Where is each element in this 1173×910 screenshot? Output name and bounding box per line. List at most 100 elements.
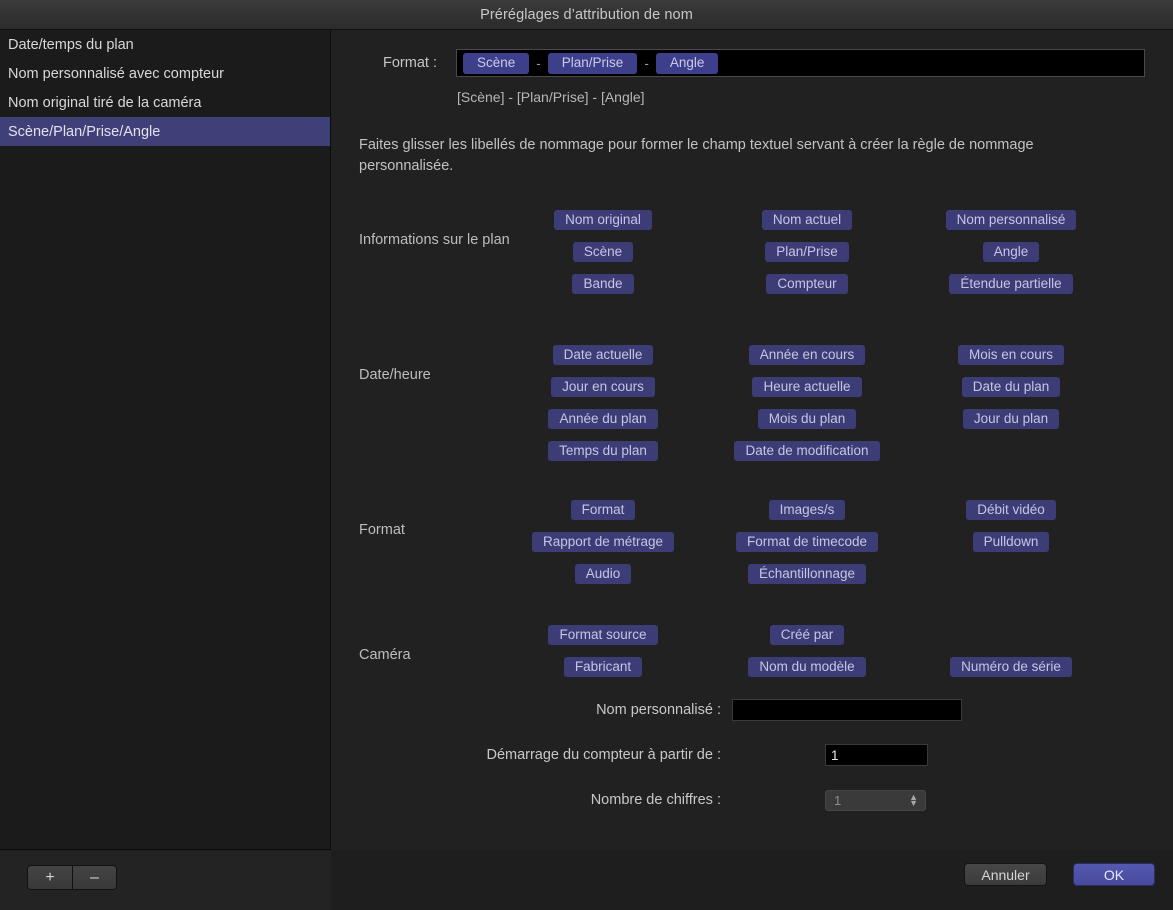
custom-name-label: Nom personnalisé : xyxy=(331,702,721,718)
main-panel: Format : Scène-Plan/Prise-Angle [Scène] … xyxy=(331,30,1173,850)
token-cell: Scène xyxy=(501,242,705,262)
token-cell: Mois du plan xyxy=(705,409,909,429)
naming-token-button[interactable]: Année du plan xyxy=(548,409,657,429)
counter-start-input[interactable] xyxy=(825,744,928,766)
token-grid: Nom original Nom actuel Nom personnalisé Sc… xyxy=(501,210,1173,306)
remove-preset-button[interactable]: – xyxy=(72,866,116,889)
naming-token-button[interactable]: Compteur xyxy=(766,274,847,294)
token-cell: Fabricant xyxy=(501,657,705,677)
custom-name-row: Nom personnalisé : xyxy=(331,698,1173,722)
token-cell: Nom personnalisé xyxy=(909,210,1113,230)
naming-token-button[interactable]: Nom du modèle xyxy=(748,657,865,677)
sidebar-item[interactable]: Scène/Plan/Prise/Angle xyxy=(0,117,330,146)
naming-token-button[interactable]: Numéro de série xyxy=(950,657,1072,677)
naming-token-button[interactable]: Date du plan xyxy=(962,377,1061,397)
presets-sidebar-list[interactable]: Date/temps du planNom personnalisé avec … xyxy=(0,30,331,850)
token-grid: Date actuelle Année en cours Mois en cours… xyxy=(501,345,1173,473)
naming-token-button[interactable]: Jour en cours xyxy=(551,377,655,397)
token-row: Audio Échantillonnage xyxy=(501,564,1173,596)
token-cell: Mois en cours xyxy=(909,345,1113,365)
token-cell: Compteur xyxy=(705,274,909,294)
naming-token-button[interactable]: Bande xyxy=(572,274,633,294)
token-cell: Angle xyxy=(909,242,1113,262)
digits-row: Nombre de chiffres : 1 ▲▼ xyxy=(331,788,1173,812)
naming-token-button[interactable]: Créé par xyxy=(770,625,845,645)
naming-token-button[interactable]: Images/s xyxy=(769,500,846,520)
token-cell: Format source xyxy=(501,625,705,645)
sidebar-item[interactable]: Date/temps du plan xyxy=(0,30,330,59)
format-separator: - xyxy=(535,56,542,71)
naming-token-button[interactable]: Heure actuelle xyxy=(752,377,861,397)
naming-token-button[interactable]: Pulldown xyxy=(973,532,1050,552)
token-cell: Heure actuelle xyxy=(705,377,909,397)
token-row: Nom original Nom actuel Nom personnalisé xyxy=(501,210,1173,242)
window-title: Préréglages d’attribution de nom xyxy=(480,7,693,23)
token-cell: Débit vidéo xyxy=(909,500,1113,520)
add-preset-button[interactable]: + xyxy=(28,866,72,889)
add-remove-preset-group: + – xyxy=(27,865,117,890)
counter-start-row: Démarrage du compteur à partir de : xyxy=(331,743,1173,767)
token-cell: Nom original xyxy=(501,210,705,230)
token-cell: Temps du plan xyxy=(501,441,705,461)
naming-token-button[interactable]: Étendue partielle xyxy=(949,274,1072,294)
naming-token-button[interactable]: Jour du plan xyxy=(963,409,1059,429)
naming-token-button[interactable]: Scène xyxy=(573,242,633,262)
naming-token-button[interactable]: Échantillonnage xyxy=(748,564,866,584)
format-token-field[interactable]: Scène-Plan/Prise-Angle xyxy=(456,49,1145,77)
sidebar-item[interactable]: Nom personnalisé avec compteur xyxy=(0,59,330,88)
naming-token-button[interactable]: Date actuelle xyxy=(553,345,654,365)
naming-token-button[interactable]: Format de timecode xyxy=(736,532,878,552)
naming-token-button[interactable]: Audio xyxy=(575,564,632,584)
token-grid: Format Images/s Débit vidéo Rapport de métr… xyxy=(501,500,1173,596)
naming-token-button[interactable]: Année en cours xyxy=(749,345,866,365)
token-cell: Étendue partielle xyxy=(909,274,1113,294)
naming-token-button[interactable]: Temps du plan xyxy=(548,441,658,461)
digits-label: Nombre de chiffres : xyxy=(331,792,721,808)
naming-token-button[interactable]: Nom original xyxy=(554,210,652,230)
naming-token-button[interactable]: Plan/Prise xyxy=(765,242,849,262)
cancel-button[interactable]: Annuler xyxy=(964,863,1047,886)
token-cell: Audio xyxy=(501,564,705,584)
token-cell: Pulldown xyxy=(909,532,1113,552)
sidebar-item[interactable]: Nom original tiré de la caméra xyxy=(0,88,330,117)
digits-value: 1 xyxy=(826,793,841,808)
token-cell: Créé par xyxy=(705,625,909,645)
instructions-text: Faites glisser les libellés de nommage p… xyxy=(359,135,1119,177)
naming-token-button[interactable]: Format xyxy=(571,500,636,520)
token-cell: Date de modification xyxy=(705,441,909,461)
ok-button[interactable]: OK xyxy=(1073,863,1155,886)
naming-token-button[interactable]: Débit vidéo xyxy=(966,500,1056,520)
naming-token-button[interactable]: Nom actuel xyxy=(762,210,852,230)
custom-name-input[interactable] xyxy=(732,699,962,721)
token-group-label: Format xyxy=(359,522,405,538)
naming-token-button[interactable]: Mois en cours xyxy=(958,345,1064,365)
token-cell: Format xyxy=(501,500,705,520)
token-row: Format source Créé par xyxy=(501,625,1173,657)
naming-token-button[interactable]: Format source xyxy=(548,625,657,645)
token-cell: Année du plan xyxy=(501,409,705,429)
token-row: Format Images/s Débit vidéo xyxy=(501,500,1173,532)
format-token[interactable]: Plan/Prise xyxy=(548,53,638,74)
window-titlebar: Préréglages d’attribution de nom xyxy=(0,0,1173,30)
token-cell: Images/s xyxy=(705,500,909,520)
digits-stepper[interactable]: 1 ▲▼ xyxy=(825,790,926,811)
naming-token-button[interactable]: Date de modification xyxy=(734,441,879,461)
format-row: Format : Scène-Plan/Prise-Angle xyxy=(331,49,1173,83)
token-row: Date actuelle Année en cours Mois en cours xyxy=(501,345,1173,377)
naming-token-button[interactable]: Nom personnalisé xyxy=(946,210,1077,230)
naming-token-button[interactable]: Fabricant xyxy=(564,657,642,677)
token-cell: Échantillonnage xyxy=(705,564,909,584)
counter-start-label: Démarrage du compteur à partir de : xyxy=(331,747,721,763)
token-cell: Rapport de métrage xyxy=(501,532,705,552)
format-token[interactable]: Angle xyxy=(656,53,719,74)
token-cell: Année en cours xyxy=(705,345,909,365)
token-group-label: Caméra xyxy=(359,647,411,663)
token-cell: Bande xyxy=(501,274,705,294)
format-token[interactable]: Scène xyxy=(463,53,529,74)
naming-token-button[interactable]: Mois du plan xyxy=(758,409,857,429)
token-row: Année du plan Mois du plan Jour du plan xyxy=(501,409,1173,441)
format-label: Format : xyxy=(383,55,437,71)
naming-token-button[interactable]: Angle xyxy=(983,242,1040,262)
stepper-arrows-icon[interactable]: ▲▼ xyxy=(909,794,918,806)
naming-token-button[interactable]: Rapport de métrage xyxy=(532,532,674,552)
